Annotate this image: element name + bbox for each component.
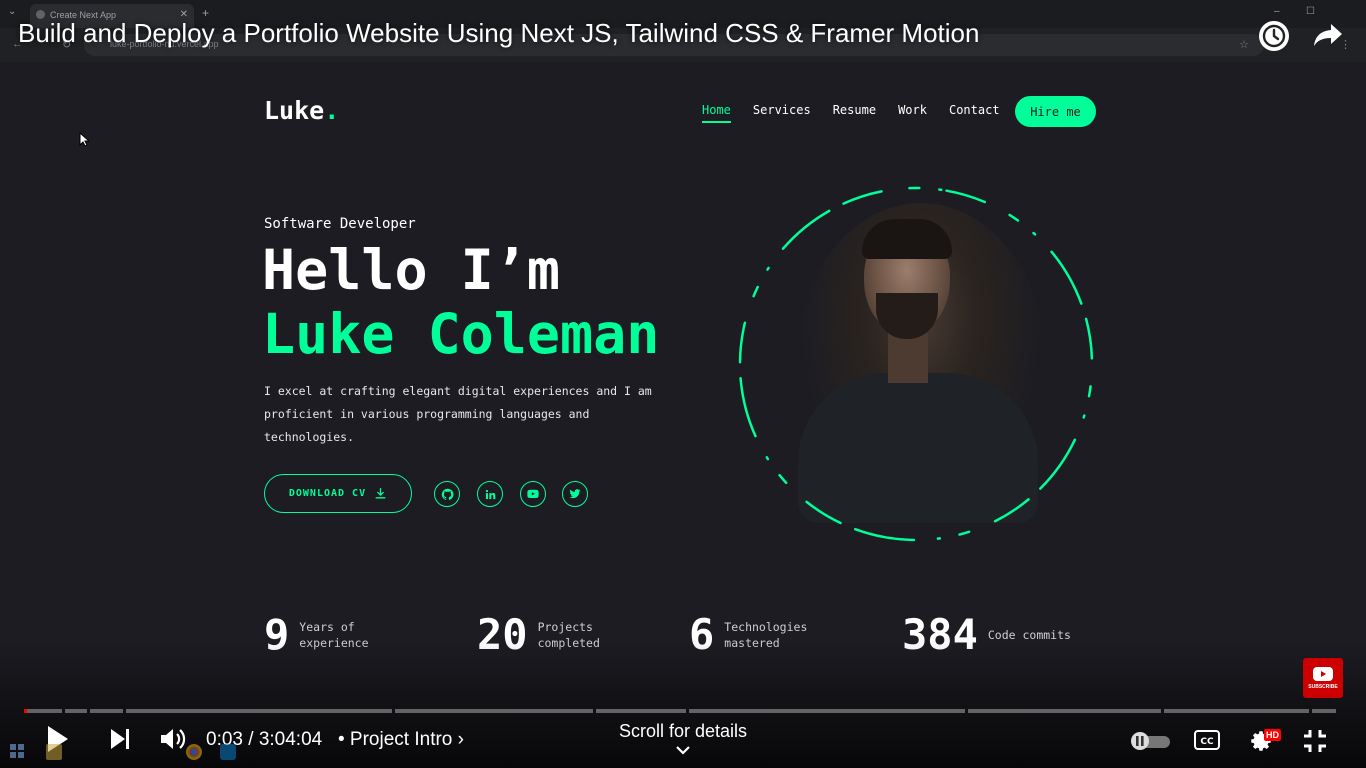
download-icon bbox=[375, 487, 386, 499]
nav-home[interactable]: Home bbox=[702, 103, 731, 123]
vscode-icon[interactable] bbox=[220, 744, 236, 760]
nav-resume[interactable]: Resume bbox=[833, 103, 876, 123]
nav-work[interactable]: Work bbox=[898, 103, 927, 123]
chevron-down-icon[interactable] bbox=[675, 744, 691, 756]
download-cv-label: DOWNLOAD CV bbox=[288, 488, 367, 499]
chapter-segment[interactable] bbox=[126, 709, 392, 713]
subscribe-button[interactable]: SUBSCRIBE bbox=[1303, 658, 1343, 698]
hd-badge: HD bbox=[1264, 729, 1281, 741]
portrait bbox=[736, 183, 1096, 545]
dashed-ring bbox=[738, 186, 1094, 542]
main-nav: Home Services Resume Work Contact bbox=[702, 103, 1000, 123]
role-subtitle: Software Developer bbox=[264, 216, 416, 232]
linkedin-icon[interactable] bbox=[477, 481, 503, 507]
logo-dot: . bbox=[324, 96, 340, 125]
hero-greeting: Hello I’m bbox=[262, 238, 561, 302]
download-cv-button[interactable]: DOWNLOAD CV bbox=[264, 474, 412, 513]
exit-fullscreen-icon[interactable] bbox=[1302, 728, 1328, 754]
captions-icon[interactable]: CC bbox=[1194, 730, 1220, 750]
bookmark-star-icon[interactable]: ☆ bbox=[1239, 38, 1249, 51]
hero-name: Luke Coleman bbox=[262, 302, 660, 366]
tab-search-icon[interactable]: ⌄ bbox=[8, 6, 16, 17]
mouse-cursor-icon bbox=[79, 132, 89, 147]
share-icon[interactable] bbox=[1312, 22, 1344, 48]
chapter-segment[interactable] bbox=[90, 709, 123, 713]
hire-me-button[interactable]: Hire me bbox=[1015, 96, 1096, 127]
chapter-segment[interactable] bbox=[968, 709, 1161, 713]
chapter-segment[interactable] bbox=[596, 709, 686, 713]
youtube-logo-icon bbox=[1313, 666, 1333, 681]
progress-played bbox=[24, 709, 27, 713]
watch-later-icon[interactable] bbox=[1259, 21, 1289, 51]
autoplay-toggle-icon[interactable] bbox=[1128, 730, 1172, 752]
chapter-segment[interactable] bbox=[689, 709, 965, 713]
file-explorer-icon[interactable] bbox=[46, 744, 62, 760]
subscribe-label: SUBSCRIBE bbox=[1308, 683, 1338, 690]
progress-bar[interactable] bbox=[24, 709, 1342, 713]
youtube-icon[interactable] bbox=[520, 481, 546, 507]
svg-text:CC: CC bbox=[1200, 737, 1214, 747]
chapter-segment[interactable] bbox=[65, 709, 87, 713]
twitter-icon[interactable] bbox=[562, 481, 588, 507]
maximize-icon[interactable]: ☐ bbox=[1306, 6, 1315, 17]
chapter-segment[interactable] bbox=[395, 709, 593, 713]
hero-bio: I excel at crafting elegant digital expe… bbox=[264, 384, 652, 444]
windows-start-icon[interactable] bbox=[10, 744, 26, 760]
chapter-segment[interactable] bbox=[1312, 709, 1336, 713]
video-title[interactable]: Build and Deploy a Portfolio Website Usi… bbox=[18, 18, 979, 49]
minimize-icon[interactable]: – bbox=[1274, 6, 1280, 17]
nav-services[interactable]: Services bbox=[753, 103, 811, 123]
nav-contact[interactable]: Contact bbox=[949, 103, 1000, 123]
site-logo[interactable]: Luke. bbox=[264, 96, 339, 125]
chrome-icon[interactable] bbox=[186, 744, 202, 760]
chapter-segment[interactable] bbox=[24, 709, 62, 713]
chapter-segment[interactable] bbox=[1164, 709, 1309, 713]
logo-text: Luke bbox=[264, 96, 325, 125]
github-icon[interactable] bbox=[434, 481, 460, 507]
